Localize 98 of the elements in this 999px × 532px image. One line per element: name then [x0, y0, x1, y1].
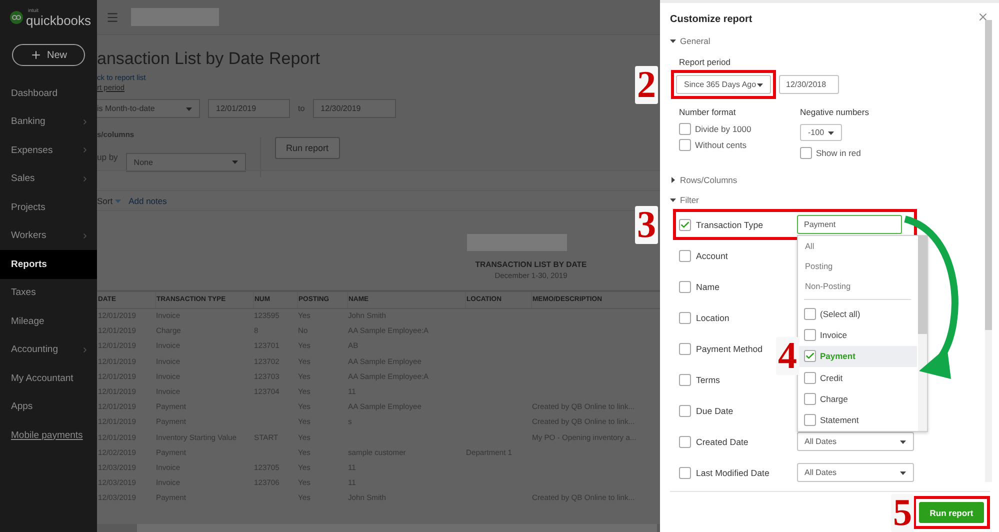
filter-label: Transaction Type — [696, 220, 764, 230]
nav-item[interactable]: Workers — [0, 222, 97, 250]
checkbox[interactable] — [679, 123, 691, 135]
filter-label: Account — [696, 250, 729, 260]
caret-icon — [114, 198, 121, 204]
new-button[interactable]: New — [12, 44, 85, 66]
filter-label: Location — [696, 312, 730, 322]
sort-menu[interactable]: Sort — [97, 196, 121, 206]
section-toggle[interactable]: Rows/Columns — [670, 175, 738, 185]
filter-label: Last Modified Date — [696, 468, 770, 478]
menu-icon[interactable] — [106, 10, 119, 24]
checkbox[interactable] — [804, 328, 816, 341]
page-title: ansaction List by Date Report — [97, 49, 320, 69]
nav-item[interactable]: Dashboard — [0, 79, 97, 108]
checkbox[interactable] — [679, 312, 691, 324]
filter-label: Due Date — [696, 406, 734, 416]
scrollbar-thumb[interactable] — [918, 236, 927, 334]
menu-option[interactable]: Posting — [798, 256, 917, 276]
field-label: Number format — [679, 107, 737, 117]
nav-item[interactable]: Taxes — [0, 278, 97, 307]
scrollbar[interactable] — [985, 20, 992, 482]
period-select[interactable]: Since 365 Days Ago — [676, 75, 771, 94]
date-field[interactable]: 12/01/2019 — [208, 99, 290, 118]
input-field[interactable]: Payment — [797, 215, 902, 234]
checkbox[interactable] — [679, 466, 691, 478]
checkbox[interactable] — [679, 342, 691, 354]
menu-option[interactable]: Invoice — [798, 324, 917, 346]
caret-icon — [828, 130, 834, 136]
checkbox[interactable] — [804, 414, 816, 426]
menu-option[interactable]: Payment — [798, 346, 917, 367]
menu-option[interactable]: Credit — [798, 366, 917, 388]
close-icon — [977, 11, 989, 23]
close-button[interactable] — [977, 11, 989, 23]
nav-item[interactable]: Expenses — [0, 136, 97, 164]
nav-item[interactable]: Reports — [0, 250, 97, 278]
caret-icon — [757, 82, 763, 88]
menu-option[interactable]: Statement — [798, 409, 917, 431]
group-by-select[interactable]: None — [126, 152, 246, 172]
section-toggle[interactable]: Filter — [670, 195, 699, 205]
checkbox[interactable] — [804, 372, 816, 384]
section-toggle[interactable]: General — [670, 36, 710, 46]
checkbox[interactable] — [679, 436, 691, 448]
nav-item[interactable]: Mileage — [0, 307, 97, 336]
checkbox-label: Divide by 1000 — [695, 124, 752, 134]
nav-item[interactable]: Projects — [0, 193, 97, 222]
logo-icon — [10, 11, 23, 24]
checkbox[interactable] — [679, 250, 691, 262]
filter-label: Terms — [696, 374, 721, 384]
filter-label: Created Date — [696, 436, 750, 446]
filter-label: Payment Method — [696, 344, 764, 354]
checkbox[interactable] — [679, 139, 691, 151]
check-icon — [680, 220, 690, 230]
negative-format-select[interactable]: -100 — [800, 124, 842, 141]
checkbox-label: Show in red — [816, 148, 861, 158]
scrollbar-thumb[interactable] — [985, 20, 992, 330]
menu-option[interactable]: Non-Posting — [798, 276, 917, 296]
nav-item[interactable]: Sales — [0, 164, 97, 193]
checkbox[interactable] — [679, 374, 691, 386]
step-number: 2 — [635, 66, 658, 104]
caret-icon — [186, 106, 192, 112]
nav-item[interactable]: Banking — [0, 108, 97, 136]
step-number: 4 — [776, 337, 799, 376]
field-label: Negative numbers — [800, 107, 870, 117]
field-label: Report period — [679, 57, 732, 67]
nav-link[interactable]: Mobile payments — [0, 421, 97, 450]
caret-icon — [232, 159, 238, 165]
menu-option[interactable]: All — [798, 236, 917, 256]
period-select[interactable]: is Month-to-date — [97, 99, 200, 118]
run-report-button[interactable]: Run report — [274, 137, 340, 159]
date-field[interactable]: 12/30/2019 — [312, 99, 396, 118]
panel-title: Customize report — [670, 13, 754, 26]
caret-icon — [900, 470, 906, 476]
caret-icon — [900, 438, 906, 444]
checkbox[interactable] — [804, 308, 816, 320]
filter-label: Name — [696, 282, 720, 292]
logo-text: quickbooks — [26, 14, 92, 26]
checkbox[interactable] — [679, 218, 691, 230]
step-number: 3 — [635, 206, 658, 244]
nav-item[interactable]: Accounting — [0, 336, 97, 364]
nav-item[interactable]: Apps — [0, 392, 97, 421]
checkbox[interactable] — [800, 147, 812, 159]
date-select[interactable]: All Dates — [796, 432, 914, 451]
checkbox[interactable] — [804, 350, 816, 362]
date-select[interactable]: All Dates — [796, 463, 914, 482]
step-number: 5 — [891, 494, 914, 532]
menu-option[interactable]: Charge — [798, 388, 917, 410]
checkbox[interactable] — [804, 392, 816, 405]
menu-option[interactable]: (Select all) — [798, 303, 917, 324]
date-field[interactable]: 12/30/2018 — [779, 75, 839, 94]
plus-icon — [30, 49, 42, 61]
nav-item[interactable]: My Accountant — [0, 364, 97, 392]
checkbox[interactable] — [679, 280, 691, 292]
scrollbar[interactable] — [918, 236, 927, 431]
add-notes-link[interactable]: Add notes — [128, 196, 167, 206]
check-icon — [805, 351, 815, 362]
run-report-button[interactable]: Run report — [919, 502, 984, 523]
checkbox-label: Without cents — [695, 140, 746, 150]
checkbox[interactable] — [679, 404, 691, 416]
